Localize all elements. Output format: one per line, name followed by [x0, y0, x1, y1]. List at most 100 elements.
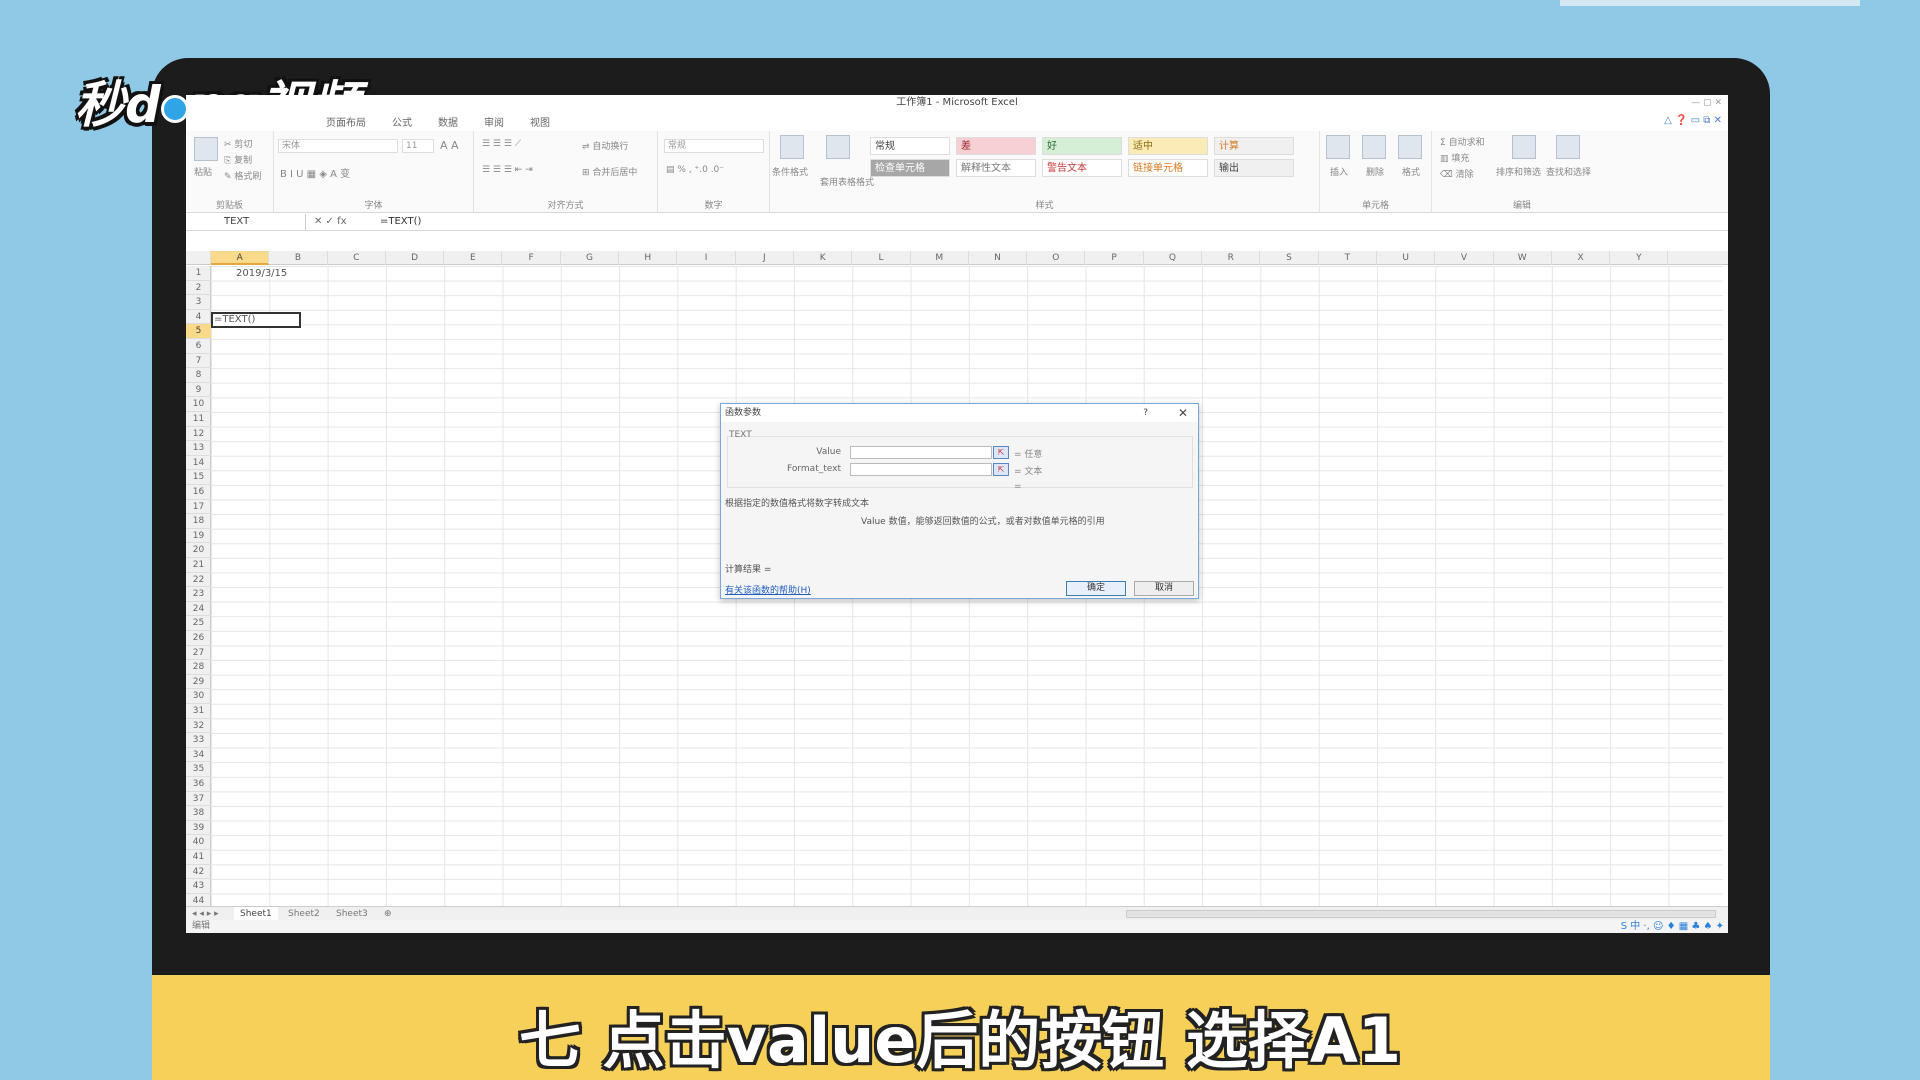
help-icon[interactable]: △ ❓ ▭ ⧉ ✕: [1664, 115, 1722, 126]
dialog-help-button[interactable]: ?: [1143, 404, 1148, 422]
row-header[interactable]: 33: [186, 733, 211, 748]
column-header[interactable]: W: [1494, 251, 1552, 265]
sheet-tab-1[interactable]: Sheet1: [234, 907, 278, 921]
table-format-icon[interactable]: [826, 135, 850, 159]
column-header[interactable]: U: [1377, 251, 1436, 265]
row-header[interactable]: 37: [186, 792, 211, 807]
font-name-select[interactable]: 宋体: [278, 139, 398, 153]
cell-style-option[interactable]: 适中: [1128, 137, 1208, 155]
column-header[interactable]: B: [269, 251, 328, 265]
cancel-button[interactable]: 取消: [1134, 581, 1194, 596]
format-button[interactable]: 格式: [1402, 165, 1420, 178]
row-header[interactable]: 27: [186, 646, 211, 661]
system-tray-icons[interactable]: S 中 ·, ☺ ♦ ▦ ♣ ♠ ✦: [1621, 920, 1724, 933]
find-select-icon[interactable]: [1556, 135, 1580, 159]
row-header[interactable]: 21: [186, 558, 211, 573]
row-header[interactable]: 28: [186, 660, 211, 675]
tab-page-layout[interactable]: 页面布局: [326, 114, 366, 129]
column-header[interactable]: N: [969, 251, 1028, 265]
copy-button[interactable]: ⎘ 复制: [224, 153, 252, 166]
conditional-format-icon[interactable]: [780, 135, 804, 159]
column-header[interactable]: H: [619, 251, 678, 265]
cell-a5-active[interactable]: =TEXT(): [211, 312, 301, 328]
column-header[interactable]: E: [444, 251, 503, 265]
font-size-select[interactable]: 11: [402, 139, 434, 153]
dialog-close-button[interactable]: ✕: [1178, 404, 1188, 422]
number-format-select[interactable]: 常规: [664, 139, 764, 153]
row-header[interactable]: 32: [186, 719, 211, 734]
column-header[interactable]: J: [736, 251, 794, 265]
delete-button[interactable]: 删除: [1366, 165, 1384, 178]
row-header[interactable]: 26: [186, 631, 211, 646]
conditional-format-button[interactable]: 条件格式: [772, 165, 808, 178]
column-header[interactable]: O: [1027, 251, 1086, 265]
align-left-icons[interactable]: ☰ ☰ ☰ ⇤ ⇥: [482, 165, 533, 175]
column-header[interactable]: G: [561, 251, 620, 265]
window-controls[interactable]: — ▢ ✕: [1691, 95, 1722, 111]
horizontal-scrollbar[interactable]: [1126, 910, 1716, 918]
cell-a1[interactable]: 2019/3/15: [236, 268, 287, 279]
row-header[interactable]: 1: [186, 266, 211, 281]
row-header[interactable]: 6: [186, 339, 211, 354]
sheet-tab-2[interactable]: Sheet2: [282, 907, 326, 921]
row-header[interactable]: 30: [186, 689, 211, 704]
column-header[interactable]: K: [794, 251, 853, 265]
cell-style-option[interactable]: 输出: [1214, 159, 1294, 177]
format-text-ref-collapse-button[interactable]: ⇱: [993, 463, 1009, 476]
insert-button[interactable]: 插入: [1330, 165, 1348, 178]
wrap-text-button[interactable]: ⇌ 自动换行: [582, 139, 628, 152]
row-header[interactable]: 29: [186, 675, 211, 690]
row-header[interactable]: 35: [186, 762, 211, 777]
row-header[interactable]: 18: [186, 514, 211, 529]
value-arg-input[interactable]: [850, 446, 992, 459]
row-header[interactable]: 11: [186, 412, 211, 427]
paste-button[interactable]: 粘贴: [194, 165, 212, 178]
column-header[interactable]: S: [1260, 251, 1319, 265]
row-header[interactable]: 41: [186, 850, 211, 865]
tab-formulas[interactable]: 公式: [392, 114, 412, 129]
row-header[interactable]: 20: [186, 543, 211, 558]
column-header[interactable]: L: [852, 251, 911, 265]
name-box[interactable]: TEXT: [186, 213, 306, 230]
column-header[interactable]: Y: [1610, 251, 1669, 265]
cell-style-option[interactable]: 链接单元格: [1128, 159, 1208, 177]
column-header[interactable]: M: [911, 251, 969, 265]
row-header[interactable]: 15: [186, 470, 211, 485]
paste-icon[interactable]: [194, 137, 218, 161]
row-header[interactable]: 16: [186, 485, 211, 500]
format-text-arg-input[interactable]: [850, 463, 992, 476]
font-grow-icon[interactable]: A A: [440, 139, 459, 152]
clear-button[interactable]: ⌫ 清除: [1440, 167, 1474, 180]
row-header[interactable]: 23: [186, 587, 211, 602]
column-header[interactable]: P: [1086, 251, 1144, 265]
row-header[interactable]: 39: [186, 821, 211, 836]
row-header[interactable]: 24: [186, 602, 211, 617]
column-header[interactable]: R: [1202, 251, 1261, 265]
row-header[interactable]: 13: [186, 441, 211, 456]
tab-data[interactable]: 数据: [438, 114, 458, 129]
sheet-nav-arrows[interactable]: ◂ ◂ ▸ ▸: [186, 907, 225, 921]
row-header[interactable]: 40: [186, 835, 211, 850]
tab-view[interactable]: 视图: [530, 114, 550, 129]
row-header[interactable]: 43: [186, 879, 211, 894]
row-header[interactable]: 38: [186, 806, 211, 821]
row-header[interactable]: 5: [186, 324, 211, 339]
cell-style-option[interactable]: 差: [956, 137, 1036, 155]
new-sheet-icon[interactable]: ⊕: [378, 907, 398, 921]
select-all-corner[interactable]: [186, 251, 211, 265]
column-header[interactable]: I: [677, 251, 736, 265]
value-ref-collapse-button[interactable]: ⇱: [993, 446, 1009, 459]
cut-button[interactable]: ✂ 剪切: [224, 137, 252, 150]
sort-filter-button[interactable]: 排序和筛选: [1496, 165, 1541, 178]
column-header[interactable]: C: [328, 251, 386, 265]
row-header[interactable]: 3: [186, 295, 211, 310]
function-help-link[interactable]: 有关该函数的帮助(H): [725, 583, 811, 596]
row-header[interactable]: 34: [186, 748, 211, 763]
row-header[interactable]: 9: [186, 383, 211, 398]
row-header[interactable]: 31: [186, 704, 211, 719]
column-header[interactable]: V: [1435, 251, 1494, 265]
row-header[interactable]: 8: [186, 368, 211, 383]
row-header[interactable]: 42: [186, 865, 211, 880]
row-header[interactable]: 22: [186, 573, 211, 588]
row-header[interactable]: 12: [186, 427, 211, 442]
